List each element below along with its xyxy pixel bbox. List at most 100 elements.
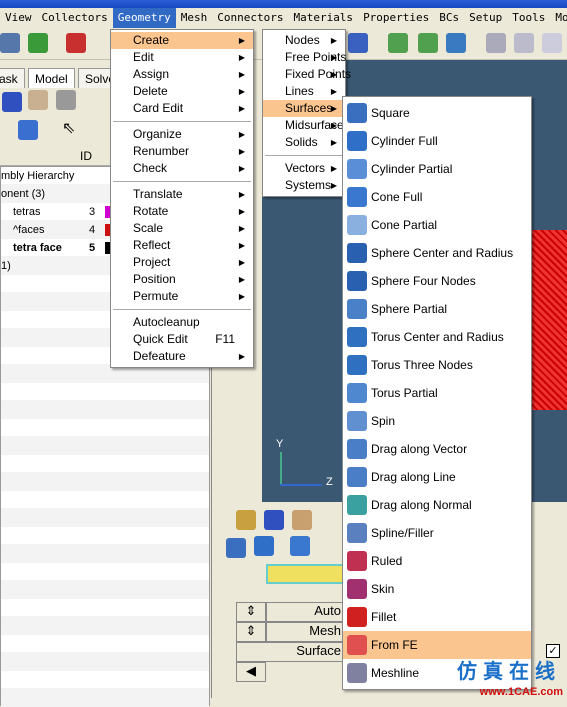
menu-item-card-edit[interactable]: Card Edit ▶ [111, 100, 253, 117]
menu-setup[interactable]: Setup [464, 8, 507, 28]
menu-item-drag-along-line[interactable]: Drag along Line [343, 463, 531, 491]
menu-item-check[interactable]: Check ▶ [111, 160, 253, 177]
view-iso-icon[interactable] [418, 33, 438, 53]
view-reverse-icon[interactable] [446, 33, 466, 53]
menu-item-drag-along-normal[interactable]: Drag along Normal [343, 491, 531, 519]
menu-item-cylinder-full[interactable]: Cylinder Full [343, 127, 531, 155]
menu-item-cone-partial[interactable]: Cone Partial [343, 211, 531, 239]
empty-row [1, 383, 209, 401]
cursor-icon[interactable]: ⇖ [62, 118, 75, 138]
component-icon[interactable] [2, 92, 22, 112]
submenu-arrow-icon: ▶ [330, 70, 337, 79]
menu-item-quick-edit[interactable]: Quick Edit F11 [111, 331, 253, 348]
menu-item-label: Torus Partial [371, 386, 438, 400]
menu-item-surfaces[interactable]: Surfaces ▶ [263, 100, 345, 117]
menu-item-permute[interactable]: Permute ▶ [111, 288, 253, 305]
menu-properties[interactable]: Properties [358, 8, 434, 28]
tab-model[interactable]: Model [28, 68, 75, 88]
menu-item-label: Position [133, 272, 176, 286]
submenu-arrow-icon: ▶ [238, 258, 245, 267]
submenu-arrow-icon: ▶ [330, 164, 337, 173]
menu-item-label: Organize [133, 127, 182, 141]
cylinder-icon[interactable] [254, 536, 274, 556]
menu-item-cone-full[interactable]: Cone Full [343, 183, 531, 211]
menu-item-free-points[interactable]: Free Points ▶ [263, 49, 346, 66]
menu-item-organize[interactable]: Organize ▶ [111, 126, 253, 143]
menu-item-spline-filler[interactable]: Spline/Filler [343, 519, 531, 547]
auto-button[interactable]: Auto [266, 602, 346, 622]
menu-item-scale[interactable]: Scale ▶ [111, 220, 253, 237]
spinner-icon[interactable]: ⇕ [236, 602, 266, 622]
menu-item-drag-along-vector[interactable]: Drag along Vector [343, 435, 531, 463]
menu-item-label: Autocleanup [133, 315, 200, 329]
menu-item-fixed-points[interactable]: Fixed Points ▶ [263, 66, 351, 83]
menu-materials[interactable]: Materials [288, 8, 358, 28]
view-axis-icon[interactable] [348, 33, 368, 53]
square-icon[interactable] [226, 538, 246, 558]
pan-icon[interactable] [542, 33, 562, 53]
column-id[interactable]: ID [80, 149, 92, 163]
menu-item-square[interactable]: Square [343, 99, 531, 127]
menu-item-position[interactable]: Position ▶ [111, 271, 253, 288]
menu-tools[interactable]: Tools [507, 8, 550, 28]
menu-item-nodes[interactable]: Nodes ▶ [263, 32, 345, 49]
menu-view[interactable]: View [0, 8, 37, 28]
spinner-icon[interactable]: ⇕ [236, 622, 266, 642]
menu-item-fillet[interactable]: Fillet [343, 603, 531, 631]
menu-item-torus-three-nodes[interactable]: Torus Three Nodes [343, 351, 531, 379]
menu-item-reflect[interactable]: Reflect ▶ [111, 237, 253, 254]
folder-icon[interactable] [28, 90, 48, 110]
view-xy-icon[interactable] [388, 33, 408, 53]
save-icon[interactable] [0, 33, 20, 53]
menu-item-create[interactable]: Create ▶ [111, 32, 253, 49]
menu-item-assign[interactable]: Assign ▶ [111, 66, 253, 83]
menu-item-spin[interactable]: Spin [343, 407, 531, 435]
surface-icon[interactable] [18, 120, 38, 140]
menu-item-torus-center-and-radius[interactable]: Torus Center and Radius [343, 323, 531, 351]
menu-item-project[interactable]: Project ▶ [111, 254, 253, 271]
import-icon[interactable] [28, 33, 48, 53]
solid-folder-icon[interactable] [56, 90, 76, 110]
menu-item-torus-partial[interactable]: Torus Partial [343, 379, 531, 407]
menu-item-label: Midsurfaces [285, 118, 350, 132]
zoom-in-icon[interactable] [486, 33, 506, 53]
menu-item-sphere-center-and-radius[interactable]: Sphere Center and Radius [343, 239, 531, 267]
menu-item-ruled[interactable]: Ruled [343, 547, 531, 575]
mesh-button[interactable]: Mesh [266, 622, 346, 642]
cone-icon[interactable] [290, 536, 310, 556]
menu-item-vectors[interactable]: Vectors ▶ [263, 160, 345, 177]
menu-item-autocleanup[interactable]: Autocleanup [111, 314, 253, 331]
zoom-window-icon[interactable] [514, 33, 534, 53]
menu-connectors[interactable]: Connectors [212, 8, 288, 28]
menu-morphi[interactable]: Morphi [550, 8, 567, 28]
scroll-left-icon[interactable]: ◀ [236, 662, 266, 682]
menu-mesh[interactable]: Mesh [176, 8, 213, 28]
menu-item-sphere-four-nodes[interactable]: Sphere Four Nodes [343, 267, 531, 295]
submenu-arrow-icon: ▶ [330, 181, 337, 190]
drag-line-icon [347, 467, 367, 487]
surface-button[interactable]: Surface [236, 642, 346, 662]
export-icon[interactable] [66, 33, 86, 53]
menu-item-sphere-partial[interactable]: Sphere Partial [343, 295, 531, 323]
menu-item-skin[interactable]: Skin [343, 575, 531, 603]
empty-row [1, 527, 209, 545]
menu-geometry[interactable]: Geometry [112, 8, 176, 28]
menu-item-translate[interactable]: Translate ▶ [111, 186, 253, 203]
menu-collectors[interactable]: Collectors [37, 8, 113, 28]
folder-components-icon[interactable] [236, 510, 256, 530]
menu-item-cylinder-partial[interactable]: Cylinder Partial [343, 155, 531, 183]
folder-solid-icon[interactable] [264, 510, 284, 530]
menu-item-systems[interactable]: Systems ▶ [263, 177, 345, 194]
folder-organize-icon[interactable] [292, 510, 312, 530]
menu-item-rotate[interactable]: Rotate ▶ [111, 203, 253, 220]
menu-item-defeature[interactable]: Defeature ▶ [111, 348, 253, 365]
tab-mask[interactable]: ask [0, 68, 25, 88]
menu-item-lines[interactable]: Lines ▶ [263, 83, 345, 100]
menu-item-renumber[interactable]: Renumber ▶ [111, 143, 253, 160]
sphere-partial-icon [347, 299, 367, 319]
menu-item-solids[interactable]: Solids ▶ [263, 134, 345, 151]
menu-item-delete[interactable]: Delete ▶ [111, 83, 253, 100]
menu-bcs[interactable]: BCs [434, 8, 464, 28]
menu-item-edit[interactable]: Edit ▶ [111, 49, 253, 66]
menu-item-midsurfaces[interactable]: Midsurfaces ▶ [263, 117, 350, 134]
